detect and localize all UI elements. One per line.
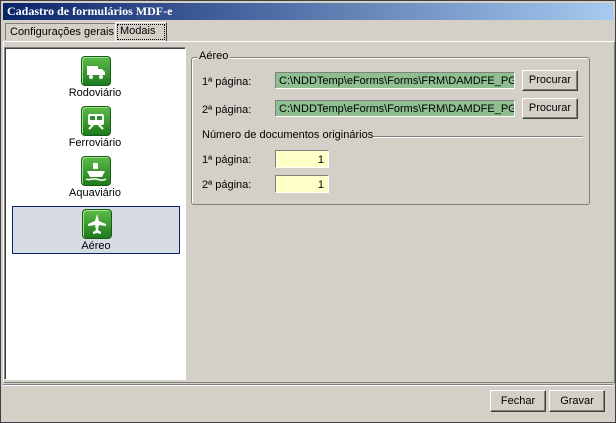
page1-path-field[interactable]: C:\NDDTemp\eForms\Forms\FRM\DAMDFE_PG1_ xyxy=(275,72,515,89)
modal-item-aereo[interactable]: Aéreo xyxy=(12,206,180,254)
modal-label: Aquaviário xyxy=(69,187,121,199)
tab-label: Modais xyxy=(120,25,156,37)
page2-label: 2ª página: xyxy=(202,104,252,116)
airplane-icon xyxy=(82,209,112,239)
title-bar[interactable]: Cadastro de formulários MDF-e xyxy=(3,3,613,20)
group-title: Aéreo xyxy=(197,50,231,62)
browse-page2-button[interactable]: Procurar xyxy=(522,98,578,119)
modal-label: Ferroviário xyxy=(68,137,122,149)
ship-icon xyxy=(81,156,111,186)
footer-divider xyxy=(3,384,613,386)
page2-path-field[interactable]: C:\NDDTemp\eForms\Forms\FRM\DAMDFE_PG2_ xyxy=(275,100,515,117)
save-button[interactable]: Gravar xyxy=(549,390,605,412)
modal-item-aquaviario[interactable]: Aquaviário xyxy=(12,154,178,202)
browse-page1-button[interactable]: Procurar xyxy=(522,70,578,91)
main-window: Cadastro de formulários MDF-e Configuraç… xyxy=(0,0,616,423)
tab-modais[interactable]: Modais xyxy=(115,22,167,42)
modal-item-ferroviario[interactable]: Ferroviário xyxy=(12,104,178,152)
close-button[interactable]: Fechar xyxy=(490,390,546,412)
page1-label: 1ª página: xyxy=(202,76,252,88)
tab-label: Configurações gerais xyxy=(10,26,114,38)
modal-label: Rodoviário xyxy=(68,87,122,99)
train-icon xyxy=(81,106,111,136)
orig2-number-field[interactable]: 1 xyxy=(275,175,329,193)
truck-icon xyxy=(81,56,111,86)
window-title: Cadastro de formulários MDF-e xyxy=(7,4,173,18)
orig1-number-field[interactable]: 1 xyxy=(275,150,329,168)
modal-label: Aéreo xyxy=(81,240,111,252)
originals-title: Número de documentos originários xyxy=(202,129,374,141)
modal-item-rodoviario[interactable]: Rodoviário xyxy=(12,54,178,102)
modal-list: Rodoviário Ferroviário Aquaviário Aéreo xyxy=(4,47,186,380)
tab-configuracoes-gerais[interactable]: Configurações gerais xyxy=(5,23,119,40)
orig1-label: 1ª página: xyxy=(202,154,252,166)
divider xyxy=(360,136,583,138)
orig2-label: 2ª página: xyxy=(202,179,252,191)
